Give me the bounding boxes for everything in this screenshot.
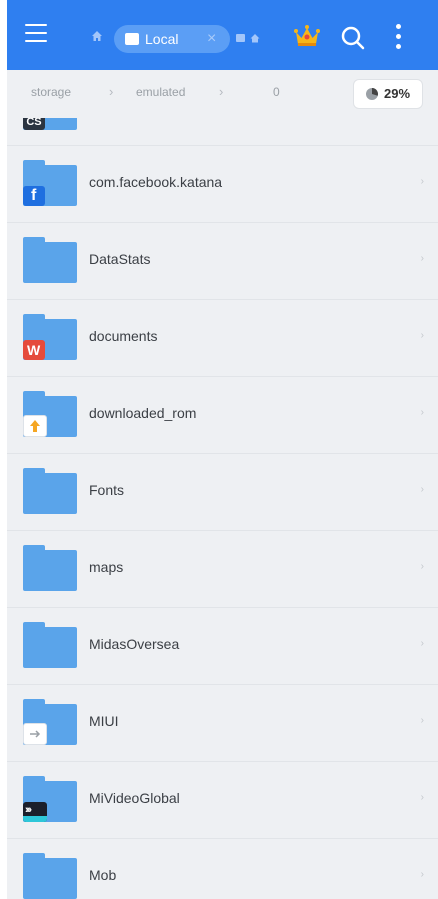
breadcrumb-item-emulated[interactable]: emulated	[136, 85, 185, 99]
pie-chart-icon	[366, 88, 378, 100]
folder-icon	[23, 237, 77, 283]
folder-icon: ›››	[23, 776, 77, 822]
file-manager-app: Local × storage › emulated › 0 29% CS f …	[7, 0, 438, 899]
storage-percent: 29%	[384, 86, 411, 101]
folder-icon	[23, 699, 77, 745]
list-item[interactable]: downloaded_rom ›	[7, 377, 438, 454]
file-list: CS f com.facebook.katana › DataStats › W…	[7, 118, 438, 899]
chevron-right-icon: ›	[420, 330, 424, 341]
folder-name: MidasOversea	[89, 636, 180, 652]
storage-usage-badge[interactable]: 29%	[353, 79, 423, 109]
folder-icon	[23, 545, 77, 591]
chevron-right-icon: ›	[420, 561, 424, 572]
folder-name: Mob	[89, 867, 117, 883]
folder-name: downloaded_rom	[89, 405, 197, 421]
list-item[interactable]: ››› MiVideoGlobal ›	[7, 762, 438, 839]
folder-name: Fonts	[89, 482, 125, 498]
list-item[interactable]: MIUI ›	[7, 685, 438, 762]
facebook-icon: f	[23, 186, 45, 206]
chevron-right-icon: ›	[420, 407, 424, 418]
folder-icon	[23, 622, 77, 668]
tab-local[interactable]: Local ×	[114, 25, 230, 53]
home-icon[interactable]	[250, 33, 260, 43]
upload-arrow-icon	[23, 415, 47, 437]
folder-name: documents	[89, 328, 158, 344]
folder-name: MIUI	[89, 713, 119, 729]
list-item[interactable]: W documents ›	[7, 300, 438, 377]
tab-label: Local	[145, 31, 179, 47]
folder-icon: W	[23, 314, 77, 360]
search-icon[interactable]	[340, 25, 366, 51]
list-item[interactable]: CS	[7, 118, 438, 146]
chevron-right-icon: ›	[420, 869, 424, 880]
window-icon[interactable]	[236, 34, 245, 42]
window-icon	[125, 33, 139, 45]
cs-app-badge-icon: CS	[23, 118, 45, 130]
list-item[interactable]: Mob ›	[7, 839, 438, 899]
video-icon: ›››	[23, 802, 47, 822]
breadcrumb: storage › emulated › 0 29%	[7, 70, 438, 118]
chevron-right-icon: ›	[420, 792, 424, 803]
chevron-right-icon: ›	[420, 715, 424, 726]
list-item[interactable]: maps ›	[7, 531, 438, 608]
chevron-right-icon: ›	[420, 253, 424, 264]
list-item[interactable]: Fonts ›	[7, 454, 438, 531]
tab-close-icon[interactable]: ×	[207, 30, 216, 48]
folder-name: MiVideoGlobal	[89, 790, 180, 806]
folder-icon: f	[23, 160, 77, 206]
crown-icon[interactable]	[293, 24, 321, 48]
chevron-right-icon: ›	[420, 638, 424, 649]
list-item[interactable]: f com.facebook.katana ›	[7, 146, 438, 223]
folder-name: maps	[89, 559, 124, 575]
breadcrumb-item-0[interactable]: 0	[273, 85, 280, 99]
more-vertical-icon[interactable]	[396, 24, 402, 50]
breadcrumb-separator: ›	[109, 84, 114, 99]
folder-icon	[23, 468, 77, 514]
chevron-right-icon: ›	[420, 484, 424, 495]
wps-icon: W	[23, 340, 45, 360]
breadcrumb-item-storage[interactable]: storage	[31, 85, 71, 99]
home-icon[interactable]	[91, 30, 103, 42]
folder-icon	[23, 853, 77, 899]
arrow-right-icon	[23, 723, 47, 745]
chevron-right-icon: ›	[420, 176, 424, 187]
folder-name: com.facebook.katana	[89, 174, 223, 190]
top-toolbar: Local ×	[7, 0, 438, 70]
folder-name: DataStats	[89, 251, 151, 267]
breadcrumb-separator: ›	[219, 84, 224, 99]
hamburger-menu-icon[interactable]	[25, 24, 47, 44]
list-item[interactable]: MidasOversea ›	[7, 608, 438, 685]
list-item[interactable]: DataStats ›	[7, 223, 438, 300]
folder-icon	[23, 391, 77, 437]
